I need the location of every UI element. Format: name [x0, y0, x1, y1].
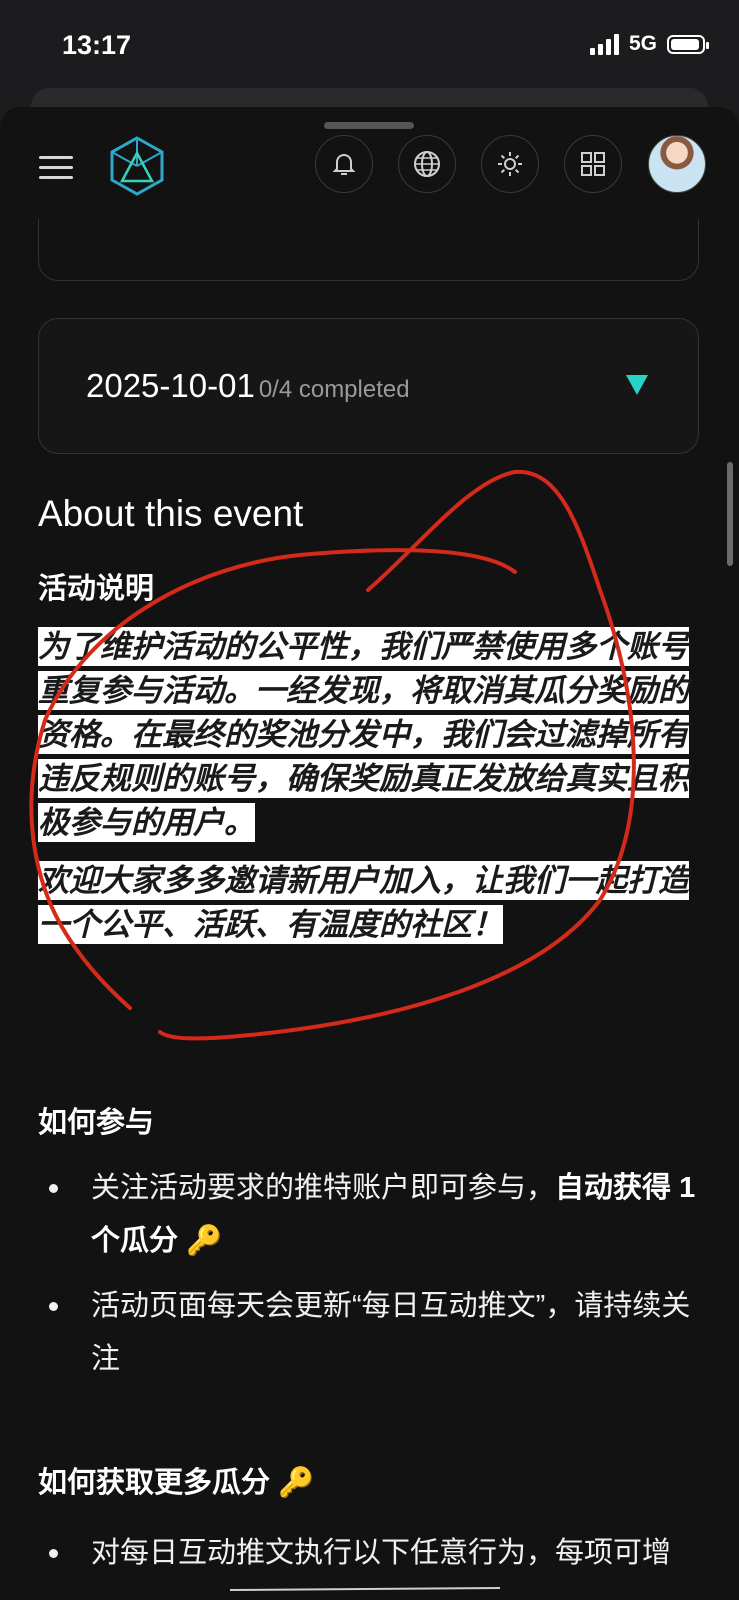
- list-item: 关注活动要求的推特账户即可参与，自动获得 1 个瓜分 🔑: [38, 1162, 698, 1268]
- network-label: 5G: [628, 32, 657, 55]
- globe-icon[interactable]: [398, 135, 456, 193]
- rules-heading: 活动说明: [38, 573, 155, 605]
- menu-icon[interactable]: [39, 156, 73, 182]
- how-to-join-heading: 如何参与: [38, 1107, 155, 1139]
- sheet-grabber[interactable]: [324, 122, 414, 129]
- status-time: 13:17: [62, 30, 132, 60]
- status-indicators: 5G: [589, 32, 709, 56]
- section-title: About this event: [38, 493, 304, 534]
- scrollbar[interactable]: [727, 462, 733, 566]
- rules-paragraph-2: 欢迎大家多多邀请新用户加入，让我们一起打造一个公平、活跃、有温度的社区！: [38, 861, 689, 944]
- status-bar: 13:17 5G: [0, 0, 739, 90]
- rules-paragraph-1: 为了维护活动的公平性，我们严禁使用多个账号重复参与活动。一经发现，将取消其瓜分奖…: [38, 627, 689, 842]
- app-logo-icon[interactable]: [108, 135, 166, 197]
- grid-icon[interactable]: [564, 135, 622, 193]
- sun-icon[interactable]: [481, 135, 539, 193]
- progress-label: 0/4 completed: [258, 376, 410, 403]
- date-label: 2025-10-01 0/4 completed: [86, 367, 410, 404]
- list-item: 活动页面每天会更新“每日互动推文”，请持续关注: [38, 1280, 698, 1386]
- signal-icon: [589, 33, 619, 55]
- more-shares-heading: 如何获取更多瓜分 🔑: [38, 1467, 315, 1499]
- date-task-card[interactable]: 2025-10-01 0/4 completed: [38, 318, 699, 454]
- previous-card: [38, 219, 699, 281]
- key-icon: 🔑: [278, 1467, 315, 1499]
- top-navbar: [0, 133, 739, 203]
- avatar[interactable]: [648, 135, 706, 193]
- bell-icon[interactable]: [315, 135, 373, 193]
- content-sheet[interactable]: 2025-10-01 0/4 completed About this event…: [0, 107, 739, 1600]
- key-icon: 🔑: [186, 1225, 223, 1257]
- chevron-down-icon[interactable]: [626, 375, 648, 395]
- battery-icon: [667, 34, 709, 54]
- list-item: 对每日互动推文执行以下任意行为，每项可增: [38, 1527, 698, 1580]
